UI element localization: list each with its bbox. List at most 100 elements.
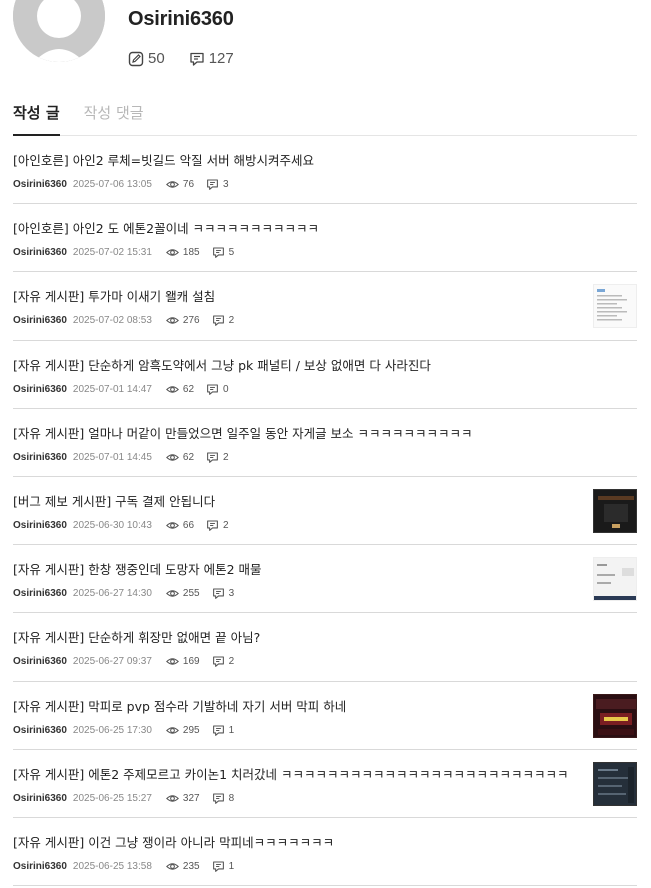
tab-comments[interactable]: 작성 댓글 [84, 100, 144, 136]
post-meta: Osirini6360 2025-07-06 13:05 76 3 [13, 178, 241, 191]
post-meta: Osirini6360 2025-07-01 14:47 62 0 [13, 383, 241, 396]
eye-icon [165, 726, 179, 734]
post-list-item[interactable]: [자유 게시판] 에톤2 주제모르고 카이논1 치러갔네 ㅋㅋㅋㅋㅋㅋㅋㅋㅋㅋㅋ… [13, 750, 637, 818]
post-meta: Osirini6360 2025-07-02 08:53 276 2 [13, 314, 246, 327]
post-title[interactable]: [자유 게시판] 투가마 이새기 왤캐 설침 [13, 286, 215, 305]
post-list-item[interactable]: [아인호른] 아인2 도 에톤2꼴이네 ㅋㅋㅋㅋㅋㅋㅋㅋㅋㅋㅋ Osirini63… [13, 204, 637, 273]
eye-icon [165, 795, 179, 802]
post-date: 2025-06-30 10:43 [72, 519, 152, 531]
post-date: 2025-07-01 14:45 [72, 451, 152, 463]
post-list-item[interactable]: [자유 게시판] 한창 쟁중인데 도망자 에톤2 매물 Osirini6360 20… [13, 545, 637, 614]
post-author: Osirini6360 [13, 519, 67, 531]
post-author: Osirini6360 [13, 383, 67, 395]
post-list-item[interactable]: [자유 게시판] 투가마 이새기 왤캐 설침 Osirini6360 2025-07… [13, 272, 637, 341]
comment-icon [212, 315, 224, 327]
eye-icon [165, 385, 179, 393]
post-comment-count: 2 [212, 314, 235, 327]
post-comment-count-value: 3 [223, 179, 229, 190]
post-comment-count: 8 [212, 792, 234, 805]
post-title[interactable]: [버그 제보 게시판] 구독 결제 안됩니다 [13, 491, 215, 510]
view-count-value: 169 [182, 656, 200, 668]
post-comment-count: 5 [212, 246, 235, 259]
post-comment-count: 0 [206, 383, 229, 396]
view-count: 295 [165, 724, 200, 737]
post-list-item[interactable]: [버그 제보 게시판] 구독 결제 안됩니다 Osirini6360 2025-06… [13, 477, 637, 546]
post-title[interactable]: [아인호른] 아인2 루체=빗길드 악질 서버 해방시켜주세요 [13, 150, 314, 169]
post-meta: Osirini6360 2025-07-02 15:31 185 5 [13, 246, 246, 259]
post-thumbnail[interactable] [593, 488, 637, 533]
view-count: 62 [165, 451, 194, 464]
view-count: 62 [165, 383, 194, 396]
post-comment-count-value: 2 [223, 519, 229, 531]
view-count: 76 [165, 178, 194, 191]
post-comment-count: 2 [206, 519, 229, 532]
post-list-item[interactable]: [자유 게시판] 단순하게 암흑도약에서 그냥 pk 패널티 / 보상 없애면 … [13, 341, 637, 409]
post-comment-count-value: 2 [228, 315, 235, 327]
post-author: Osirini6360 [13, 588, 67, 600]
post-meta: Osirini6360 2025-06-27 09:37 169 2 [13, 655, 246, 668]
view-count: 276 [165, 314, 200, 327]
tab-posts[interactable]: 작성 글 [13, 100, 60, 136]
post-title[interactable]: [자유 게시판] 얼마나 머같이 만들었으면 일주일 동안 자게글 보소 ㅋㅋㅋ… [13, 423, 473, 442]
default-avatar-icon [13, 0, 105, 62]
username: Osirini6360 [128, 8, 234, 30]
view-count: 66 [165, 519, 194, 532]
post-author: Osirini6360 [13, 792, 67, 804]
comment-icon [207, 179, 218, 190]
post-date: 2025-06-25 15:27 [72, 792, 152, 804]
comment-count-stat: 127 [189, 50, 234, 67]
post-date: 2025-06-27 09:37 [72, 656, 152, 668]
post-comment-count: 1 [212, 860, 234, 873]
post-author: Osirini6360 [13, 451, 67, 463]
post-title[interactable]: [자유 게시판] 이건 그냥 쟁이라 아니라 막피네ㅋㅋㅋㅋㅋㅋㅋ [13, 832, 334, 851]
post-date: 2025-06-27 14:30 [72, 588, 152, 600]
post-meta: Osirini6360 2025-07-01 14:45 62 2 [13, 451, 241, 464]
view-count: 327 [165, 792, 200, 805]
post-title[interactable]: [자유 게시판] 단순하게 암흑도약에서 그냥 pk 패널티 / 보상 없애면 … [13, 355, 431, 374]
post-count-stat: 50 [128, 50, 165, 67]
post-list: [아인호른] 아인2 루체=빗길드 악질 서버 해방시켜주세요 Osirini63… [13, 136, 637, 887]
post-comment-count-value: 0 [223, 383, 229, 395]
post-list-item[interactable]: [자유 게시판] 이건 그냥 쟁이라 아니라 막피네ㅋㅋㅋㅋㅋㅋㅋ Osirini… [13, 818, 637, 887]
view-count: 235 [165, 860, 200, 873]
post-comment-count: 2 [212, 655, 235, 668]
post-list-item[interactable]: [자유 게시판] 막피로 pvp 점수라 기발하네 자기 서버 막피 하네 Osi… [13, 682, 637, 750]
post-date: 2025-07-02 08:53 [72, 315, 152, 327]
post-meta: Osirini6360 2025-06-25 15:27 327 8 [13, 792, 246, 805]
post-meta: Osirini6360 2025-06-30 10:43 66 2 [13, 519, 241, 532]
post-list-item[interactable]: [아인호른] 아인2 루체=빗길드 악질 서버 해방시켜주세요 Osirini63… [13, 136, 637, 205]
profile-header: Osirini6360 50 127 [0, 0, 651, 100]
post-thumbnail[interactable] [593, 693, 637, 738]
post-title[interactable]: [아인호른] 아인2 도 에톤2꼴이네 ㅋㅋㅋㅋㅋㅋㅋㅋㅋㅋㅋ [13, 218, 319, 237]
eye-icon [165, 590, 179, 597]
post-comment-count-value: 3 [228, 588, 235, 600]
eye-icon [165, 454, 179, 461]
view-count-value: 295 [182, 724, 200, 736]
avatar[interactable] [13, 0, 105, 62]
comment-count: 127 [208, 50, 234, 67]
view-count-value: 327 [182, 792, 200, 804]
post-meta: Osirini6360 2025-06-25 17:30 295 1 [13, 724, 246, 737]
post-comment-count-value: 5 [228, 247, 235, 259]
post-comment-count-value: 2 [228, 656, 235, 668]
view-count-value: 276 [182, 315, 200, 327]
post-title[interactable]: [자유 게시판] 단순하게 휘장만 없애면 끝 아님? [13, 627, 260, 646]
comment-icon [212, 793, 224, 804]
post-list-item[interactable]: [자유 게시판] 얼마나 머같이 만들었으면 일주일 동안 자게글 보소 ㅋㅋㅋ… [13, 409, 637, 477]
post-author: Osirini6360 [13, 656, 67, 668]
comment-icon [212, 725, 224, 736]
post-title[interactable]: [자유 게시판] 한창 쟁중인데 도망자 에톤2 매물 [13, 559, 262, 578]
post-thumbnail[interactable] [593, 761, 637, 806]
post-thumbnail[interactable] [593, 284, 637, 329]
post-date: 2025-07-01 14:47 [72, 383, 152, 395]
post-title[interactable]: [자유 게시판] 막피로 pvp 점수라 기발하네 자기 서버 막피 하네 [13, 696, 346, 715]
profile-stats: 50 127 [128, 50, 258, 67]
comment-icon [212, 861, 224, 872]
comment-icon [212, 588, 224, 600]
post-comment-count: 3 [212, 587, 235, 600]
post-thumbnail[interactable] [593, 557, 637, 602]
post-title[interactable]: [자유 게시판] 에톤2 주제모르고 카이논1 치러갔네 ㅋㅋㅋㅋㅋㅋㅋㅋㅋㅋㅋ… [13, 764, 569, 783]
comment-icon [207, 520, 218, 531]
post-list-item[interactable]: [자유 게시판] 단순하게 휘장만 없애면 끝 아님? Osirini6360 20… [13, 613, 637, 682]
comment-icon [212, 656, 224, 668]
